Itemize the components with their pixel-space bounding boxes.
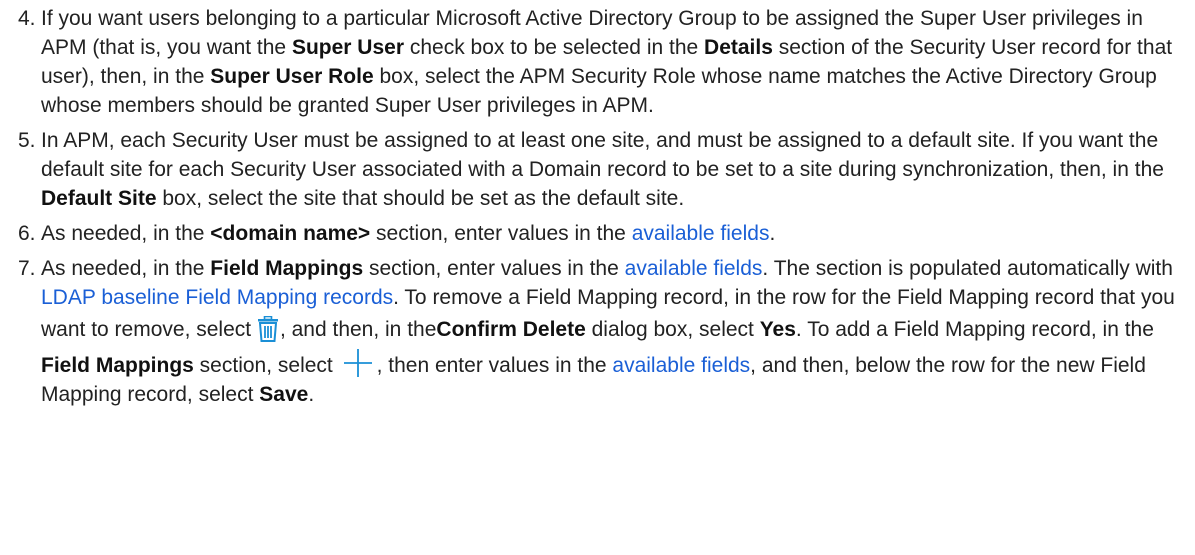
step-text: , then enter values in the xyxy=(376,354,613,377)
step-text: In APM, each Security User must be assig… xyxy=(41,129,1164,181)
step-number: 7. xyxy=(18,257,36,280)
available-fields-link[interactable]: available fields xyxy=(632,222,770,245)
step-number: 4. xyxy=(18,7,36,30)
step-text: As needed, in the xyxy=(41,257,211,280)
step-text: section, enter values in the xyxy=(370,222,632,245)
ui-term-super-user-role: Super User Role xyxy=(210,65,374,88)
ui-term-domain-name: <domain name> xyxy=(210,222,371,245)
ui-term-confirm-delete: Confirm Delete xyxy=(436,318,586,341)
step-text: As needed, in the xyxy=(41,222,211,245)
step-text: , and then, in the xyxy=(279,318,437,341)
step-text: . The section is populated automatically… xyxy=(762,257,1173,280)
ldap-baseline-field-mapping-link[interactable]: LDAP baseline Field Mapping records xyxy=(41,286,393,309)
ui-term-field-mappings: Field Mappings xyxy=(210,257,364,280)
ui-term-save: Save xyxy=(259,383,309,406)
step-5: 5. In APM, each Security User must be as… xyxy=(0,126,1187,213)
document-body: 4. If you want users belonging to a part… xyxy=(0,0,1195,409)
available-fields-link[interactable]: available fields xyxy=(625,257,763,280)
step-6: 6. As needed, in the <domain name> secti… xyxy=(0,219,1187,248)
ui-term-yes: Yes xyxy=(759,318,796,341)
step-text: section, enter values in the xyxy=(363,257,625,280)
step-7: 7. As needed, in the Field Mappings sect… xyxy=(0,254,1187,409)
step-text: . xyxy=(769,222,776,245)
trash-icon xyxy=(257,315,279,342)
plus-icon xyxy=(343,348,373,378)
procedure-steps: 4. If you want users belonging to a part… xyxy=(0,4,1187,409)
step-text: . xyxy=(308,383,315,406)
step-4: 4. If you want users belonging to a part… xyxy=(0,4,1187,120)
available-fields-link[interactable]: available fields xyxy=(612,354,750,377)
step-text: . To add a Field Mapping record, in the xyxy=(795,318,1154,341)
trash-line: , and then, in the xyxy=(257,312,436,348)
ui-term-details: Details xyxy=(704,36,773,59)
step-text: check box to be selected in the xyxy=(404,36,705,59)
ui-term-super-user: Super User xyxy=(291,36,404,59)
step-number: 5. xyxy=(18,129,36,152)
step-text: box, select the site that should be set … xyxy=(156,187,685,210)
step-number: 6. xyxy=(18,222,36,245)
ui-term-field-mappings: Field Mappings xyxy=(41,354,194,377)
ui-term-default-site: Default Site xyxy=(41,187,157,210)
step-text: section, select xyxy=(193,354,339,377)
step-text: dialog box, select xyxy=(585,318,760,341)
